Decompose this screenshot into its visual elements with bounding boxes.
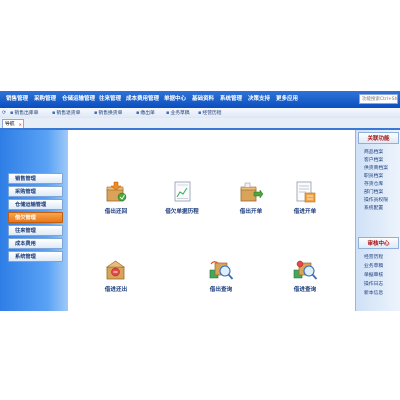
document-chart-icon <box>174 181 191 202</box>
function-search-input[interactable]: 功能搜索Ctrl+Sh <box>359 94 398 104</box>
audit-link[interactable]: 经营历程 <box>364 254 383 261</box>
shortcut-label: 借出开单 <box>239 209 263 215</box>
menu-more[interactable]: 更多应用 <box>276 95 298 103</box>
shortcut-label: 借出还回 <box>104 209 128 215</box>
shortcut-label: 借进开单 <box>293 209 317 215</box>
shortcut-borrow-query[interactable]: 借进查询 <box>275 258 335 293</box>
shortcut-label: 借欠单据历程 <box>165 209 199 215</box>
quick-link[interactable]: ▪销售出库单 <box>10 109 38 118</box>
quick-link[interactable]: ▪销售换货单 <box>94 109 122 118</box>
navigation-panel: 借出还回 借欠单据历程 借出开单 借进开单 借进还出 借出查询 借进查询 <box>68 130 355 311</box>
shortcut-label: 借进查询 <box>293 287 317 293</box>
menu-warehouse[interactable]: 仓储运输管理 <box>62 95 95 103</box>
tab-navigation[interactable]: 导航 × <box>2 119 24 128</box>
related-link[interactable]: 客户档案 <box>364 157 383 164</box>
menu-cost[interactable]: 成本费用管理 <box>126 95 159 103</box>
sidebar-item-purchase[interactable]: 采购管理 <box>8 186 63 197</box>
menu-documents[interactable]: 单据中心 <box>164 95 186 103</box>
audit-link[interactable]: 业务草稿 <box>364 263 383 270</box>
related-link[interactable]: 供货商档案 <box>364 165 388 172</box>
quick-link[interactable]: ▪缴出单 <box>136 109 155 118</box>
bullet-icon: ▪ <box>10 110 14 116</box>
sidebar-item-cost[interactable]: 成本费用 <box>8 238 63 249</box>
related-link[interactable]: 部门档案 <box>364 189 383 196</box>
outbound-box-icon <box>240 182 264 202</box>
right-function-panel: 关联功能 商品档案 客户档案 供货商档案 职员档案 存货仓库 部门档案 操作员权… <box>355 130 400 311</box>
bullet-icon: ▪ <box>166 110 170 116</box>
sidebar-item-warehouse[interactable]: 仓储运输管理 <box>8 199 63 210</box>
sidebar-item-accounts[interactable]: 往来管理 <box>8 225 63 236</box>
inbound-document-icon <box>296 181 316 203</box>
sidebar-item-lending[interactable]: 借欠管理 <box>8 212 63 223</box>
shortcut-lend-query[interactable]: 借出查询 <box>191 258 251 293</box>
bullet-icon: ▪ <box>52 110 56 116</box>
related-functions-header: 关联功能 <box>358 132 399 144</box>
audit-center-header: 审核中心 <box>358 237 399 249</box>
sidebar-item-sales[interactable]: 销售管理 <box>8 173 63 184</box>
quick-link[interactable]: ▪销售退货单 <box>52 109 80 118</box>
shortcut-label: 借出查询 <box>209 287 233 293</box>
return-out-box-icon <box>106 260 125 280</box>
related-link[interactable]: 职员档案 <box>364 173 383 180</box>
tab-strip: 导航 × <box>0 118 400 130</box>
quick-link[interactable]: ▪业务草稿 <box>166 109 190 118</box>
related-link[interactable]: 操作员权限 <box>364 197 388 204</box>
shortcut-borrow-return[interactable]: 借进还出 <box>86 258 146 293</box>
related-link[interactable]: 商品档案 <box>364 149 383 156</box>
related-link[interactable]: 系统配置 <box>364 205 383 212</box>
menu-decision[interactable]: 决策支持 <box>248 95 270 103</box>
borrow-query-icon <box>293 260 318 280</box>
bullet-icon: ▪ <box>94 110 98 116</box>
menu-accounts[interactable]: 往来管理 <box>99 95 121 103</box>
shortcut-borrow-in-create[interactable]: 借进开单 <box>275 180 335 215</box>
menu-system[interactable]: 系统管理 <box>220 95 242 103</box>
close-icon[interactable]: × <box>19 120 22 129</box>
lend-query-icon <box>209 261 234 280</box>
related-link[interactable]: 存货仓库 <box>364 181 383 188</box>
audit-link[interactable]: 单据审核 <box>364 272 383 279</box>
refresh-icon[interactable]: ⟳ <box>2 109 6 117</box>
sidebar-item-system[interactable]: 系统管理 <box>8 251 63 262</box>
audit-link[interactable]: 新本信息 <box>364 290 383 297</box>
menu-basic-data[interactable]: 基础资料 <box>192 95 214 103</box>
app-window: 销售管理 采购管理 仓储运输管理 往来管理 成本费用管理 单据中心 基础资料 系… <box>0 91 400 311</box>
main-menu-bar: 销售管理 采购管理 仓储运输管理 往来管理 成本费用管理 单据中心 基础资料 系… <box>0 91 400 109</box>
return-box-icon <box>106 181 127 202</box>
audit-link[interactable]: 操作日志 <box>364 281 383 288</box>
module-sidebar: 销售管理 采购管理 仓储运输管理 借欠管理 往来管理 成本费用 系统管理 <box>0 130 68 311</box>
menu-sales[interactable]: 销售管理 <box>6 95 28 103</box>
bullet-icon: ▪ <box>198 110 202 116</box>
menu-purchase[interactable]: 采购管理 <box>34 95 56 103</box>
bullet-icon: ▪ <box>136 110 140 116</box>
shortcut-label: 借进还出 <box>104 287 128 293</box>
quick-link[interactable]: ▪经营历程 <box>198 109 222 118</box>
shortcut-lending-history[interactable]: 借欠单据历程 <box>152 180 212 215</box>
shortcut-lend-out-create[interactable]: 借出开单 <box>221 180 281 215</box>
shortcut-lend-return[interactable]: 借出还回 <box>86 180 146 215</box>
